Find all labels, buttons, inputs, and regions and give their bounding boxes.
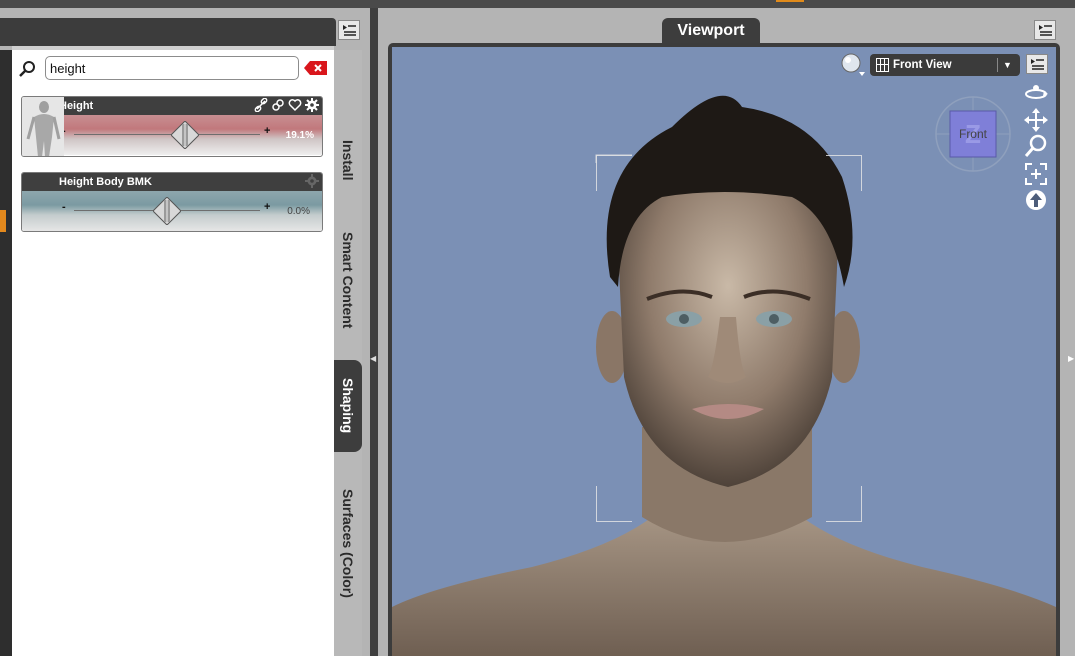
slider-knob[interactable] — [170, 121, 199, 149]
slider-track[interactable] — [74, 134, 260, 135]
tab-shaping-label: Shaping — [340, 378, 356, 434]
viewport-menu-icon[interactable] — [1034, 20, 1056, 40]
collapse-right-icon[interactable]: ▶ — [1068, 354, 1074, 363]
property-slider-height[interactable]: Height - + 19.1% — [21, 96, 323, 157]
view-select-dropdown[interactable]: Front View ▼ — [870, 54, 1020, 76]
tab-shaping[interactable]: Shaping — [334, 360, 362, 452]
figure-thumbnail — [22, 97, 64, 156]
frame-corner — [826, 486, 862, 522]
property-header: Height — [22, 97, 322, 115]
view-cube[interactable]: Z Front — [934, 95, 1012, 173]
left-collapsed-strip[interactable] — [0, 50, 12, 656]
tab-install[interactable]: Install — [334, 120, 362, 200]
zoom-icon[interactable] — [1024, 134, 1048, 158]
search-icon[interactable] — [18, 59, 38, 79]
tab-install-label: Install — [340, 139, 356, 181]
frame-corner — [596, 486, 632, 522]
draw-style-sphere-icon[interactable] — [840, 52, 866, 78]
cube-face-label: Front — [958, 127, 987, 141]
pane-splitter[interactable] — [370, 8, 378, 656]
property-value[interactable]: 0.0% — [287, 206, 310, 217]
view-select-label: Front View — [893, 59, 952, 71]
grid-icon — [876, 58, 889, 72]
clear-x-icon[interactable] — [304, 61, 327, 75]
tab-surfaces-label: Surfaces (Color) — [340, 488, 356, 598]
property-slider-height-body-bmk[interactable]: Height Body BMK - + 0.0% — [21, 172, 323, 232]
slider-body[interactable]: - + 0.0% — [22, 191, 322, 231]
increment-button[interactable]: + — [264, 201, 270, 213]
left-pane-header — [0, 18, 336, 46]
pan-arrows-icon[interactable] — [1024, 108, 1048, 132]
link-chain-icon[interactable] — [271, 98, 285, 112]
collapse-left-icon[interactable]: ◀ — [370, 354, 376, 363]
decrement-button[interactable]: - — [62, 201, 66, 213]
property-label: Height — [59, 100, 94, 112]
chevron-down-icon: ▼ — [1003, 60, 1012, 70]
slider-body[interactable]: - + 19.1% — [22, 115, 322, 155]
tab-surfaces[interactable]: Surfaces (Color) — [334, 468, 362, 618]
gear-icon[interactable] — [305, 98, 319, 112]
search-input[interactable] — [45, 56, 299, 80]
active-indicator — [0, 210, 6, 232]
view-select-separator — [997, 58, 998, 72]
property-header: Height Body BMK — [22, 173, 322, 191]
property-label: Height Body BMK — [59, 176, 152, 188]
gear-icon[interactable] — [305, 174, 319, 188]
frame-icon[interactable] — [1024, 162, 1048, 186]
heart-icon[interactable] — [288, 98, 302, 112]
tab-smart-content-label: Smart Content — [340, 231, 356, 329]
tab-smart-content[interactable]: Smart Content — [334, 210, 362, 350]
viewport-options-icon[interactable] — [1026, 54, 1048, 74]
orbit-icon[interactable] — [1024, 80, 1048, 104]
top-accent — [776, 0, 804, 2]
increment-button[interactable]: + — [264, 125, 270, 137]
link-icon[interactable] — [254, 98, 268, 112]
top-bar — [0, 0, 1075, 8]
panel-menu-icon[interactable] — [338, 20, 360, 40]
reset-up-arrow-icon[interactable] — [1024, 188, 1048, 212]
property-value[interactable]: 19.1% — [286, 130, 314, 141]
app-window: Height - + 19.1% — [0, 0, 1075, 656]
frame-corner — [596, 155, 632, 191]
slider-knob[interactable] — [153, 197, 181, 225]
tab-viewport[interactable]: Viewport — [662, 18, 760, 43]
frame-corner — [826, 155, 862, 191]
